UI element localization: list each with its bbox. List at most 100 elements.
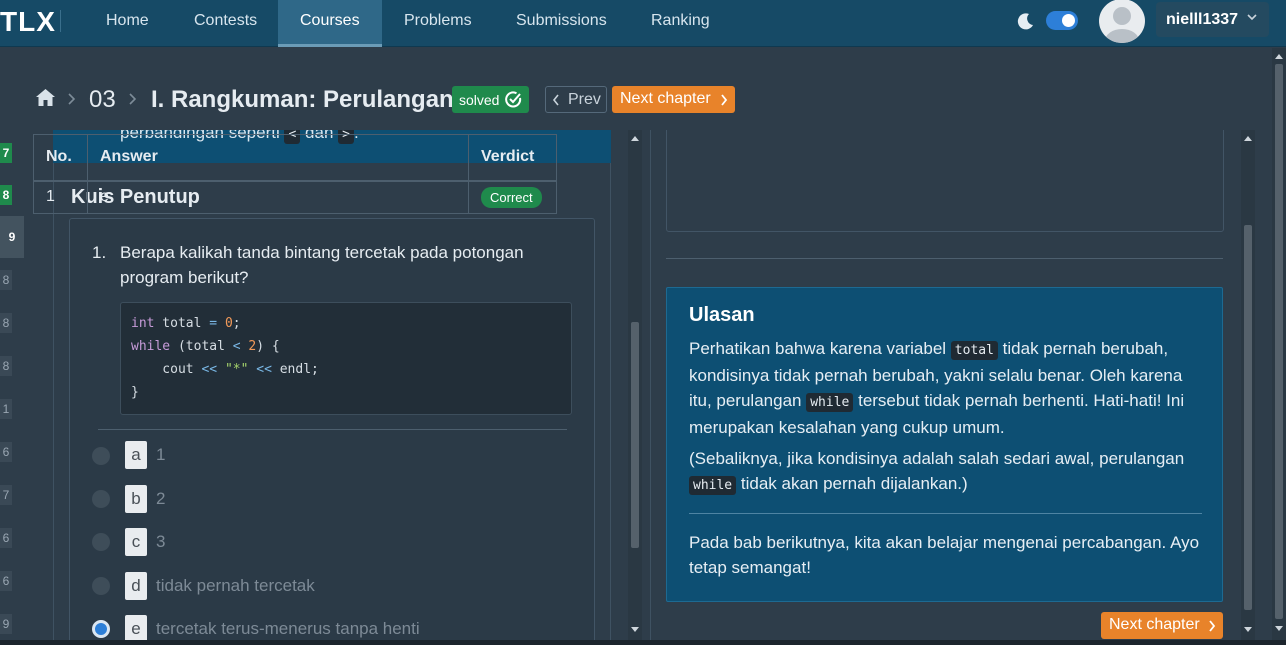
scroll-up-arrow-icon[interactable] xyxy=(631,136,639,141)
review-box: Ulasan Perhatikan bahwa karena variabel … xyxy=(666,287,1223,602)
answer-number: 1 xyxy=(33,180,88,214)
option-e-letter: e xyxy=(125,615,147,643)
rail-item[interactable]: 8 xyxy=(0,185,12,205)
username: nielll1337 xyxy=(1166,11,1239,28)
next-chapter-button-bottom[interactable]: Next chapter xyxy=(1101,612,1223,639)
right-scroll-thumb[interactable] xyxy=(1244,225,1252,610)
option-e-label[interactable]: tercetak terus-menerus tanpa henti xyxy=(156,619,420,639)
chevron-down-icon xyxy=(1247,14,1257,21)
status-label: solved xyxy=(459,92,500,108)
rail-item[interactable]: 7 xyxy=(0,485,12,505)
breadcrumb-chevron-icon xyxy=(129,93,137,105)
next-chapter-label: Next chapter xyxy=(620,90,711,107)
option-a-radio[interactable] xyxy=(92,447,110,465)
code-line: while (total < 2) { xyxy=(131,339,280,354)
rail-item[interactable]: 7 xyxy=(0,143,12,163)
answer-table: No. Answer Verdict 1 e Correct xyxy=(33,134,557,214)
code-line: int total = 0; xyxy=(131,316,241,331)
rail-item[interactable]: 8 xyxy=(0,270,12,290)
option-c-radio[interactable] xyxy=(92,533,110,551)
nav-courses[interactable]: Courses xyxy=(278,0,382,47)
user-menu-button[interactable]: nielll1337 xyxy=(1156,2,1269,37)
left-scrollbar[interactable] xyxy=(628,130,642,640)
right-scrollbar[interactable] xyxy=(1241,130,1255,640)
left-scroll-thumb[interactable] xyxy=(631,322,639,548)
rail-item[interactable]: 6 xyxy=(0,442,12,462)
inline-code: while xyxy=(689,476,737,495)
moon-icon xyxy=(1017,13,1033,30)
nav-home[interactable]: Home xyxy=(106,0,149,47)
next-chapter-label: Next chapter xyxy=(1109,616,1200,633)
rail-item[interactable]: 6 xyxy=(0,571,12,591)
scroll-up-arrow-icon[interactable] xyxy=(1275,54,1283,59)
scroll-down-arrow-icon[interactable] xyxy=(631,627,639,632)
rail-item[interactable]: 9 xyxy=(0,614,12,634)
review-paragraph-1: Perhatikan bahwa karena variabel total t… xyxy=(689,336,1204,440)
column-header: No. xyxy=(33,134,88,182)
user-avatar-icon[interactable] xyxy=(1099,0,1145,43)
option-d-radio[interactable] xyxy=(92,577,110,595)
rail-item[interactable]: 6 xyxy=(0,528,12,548)
home-icon[interactable] xyxy=(35,87,56,108)
option-c-letter: c xyxy=(125,528,147,556)
page-title: I. Rangkuman: Perulangan xyxy=(151,86,454,113)
option-b-radio[interactable] xyxy=(92,490,110,508)
nav-contests[interactable]: Contests xyxy=(194,0,257,47)
option-a-label[interactable]: 1 xyxy=(156,445,165,465)
option-a-letter: a xyxy=(125,441,147,469)
rail-item[interactable]: 8 xyxy=(0,356,12,376)
verdict-badge: Correct xyxy=(481,186,542,208)
scroll-down-arrow-icon[interactable] xyxy=(1275,626,1283,631)
answer-card xyxy=(666,130,1224,232)
inline-code: total xyxy=(950,341,998,360)
option-d-label[interactable]: tidak pernah tercetak xyxy=(156,576,315,596)
column-header: Verdict xyxy=(468,134,557,182)
review-text: tidak akan pernah dijalankan.) xyxy=(740,474,968,493)
chevron-right-icon xyxy=(1209,620,1216,632)
review-divider xyxy=(689,513,1202,514)
verdict-cell: Correct xyxy=(468,180,557,214)
question-text: Berapa kalikah tanda bintang tercetak pa… xyxy=(120,243,524,287)
option-b-label[interactable]: 2 xyxy=(156,489,165,509)
chevron-left-icon xyxy=(552,94,559,106)
nav-ranking[interactable]: Ranking xyxy=(651,0,710,47)
review-paragraph-3: Pada bab berikutnya, kita akan belajar m… xyxy=(689,533,1200,577)
status-badge: solved xyxy=(452,86,529,113)
option-d-letter: d xyxy=(125,572,147,600)
chevron-right-icon xyxy=(721,94,728,106)
dark-mode-toggle[interactable] xyxy=(1046,11,1078,30)
top-navbar: TLX Home Contests Courses Problems Submi… xyxy=(0,0,1286,47)
code-line: } xyxy=(131,385,139,400)
review-text: (Sebaliknya, jika kondisinya adalah sala… xyxy=(689,449,1185,468)
question-divider xyxy=(98,429,567,430)
option-c-label[interactable]: 3 xyxy=(156,532,165,552)
rail-item[interactable]: 1 xyxy=(0,399,12,419)
rail-item[interactable]: 8 xyxy=(0,313,12,333)
breadcrumb-chapter-number[interactable]: 03 xyxy=(89,86,116,114)
option-e-radio[interactable] xyxy=(92,620,110,638)
prev-label: Prev xyxy=(568,91,601,108)
option-b-letter: b xyxy=(125,485,147,513)
logo[interactable]: TLX xyxy=(0,6,56,38)
question-number: 1. xyxy=(92,243,107,262)
bottom-edge xyxy=(0,640,1286,645)
page-scrollbar[interactable] xyxy=(1272,48,1286,640)
prev-button[interactable]: Prev xyxy=(545,86,607,113)
code-block: int total = 0; while (total < 2) { cout … xyxy=(120,302,572,415)
next-chapter-button-top[interactable]: Next chapter xyxy=(612,86,735,113)
column-header: Answer xyxy=(87,134,469,182)
page-scroll-thumb[interactable] xyxy=(1275,64,1283,619)
scroll-down-arrow-icon[interactable] xyxy=(1244,627,1252,632)
check-circle-icon xyxy=(505,91,522,108)
inline-code: while xyxy=(806,393,854,412)
nav-problems[interactable]: Problems xyxy=(404,0,472,47)
review-title: Ulasan xyxy=(689,304,755,326)
review-text: Perhatikan bahwa karena variabel xyxy=(689,339,947,358)
scroll-up-arrow-icon[interactable] xyxy=(1244,136,1252,141)
rail-item-current[interactable]: 9 xyxy=(0,216,24,258)
table-row: 1 e Correct xyxy=(33,180,557,214)
nav-submissions[interactable]: Submissions xyxy=(516,0,607,47)
logo-separator xyxy=(60,10,61,32)
breadcrumb-chevron-icon xyxy=(68,93,76,105)
section-divider xyxy=(666,258,1223,259)
